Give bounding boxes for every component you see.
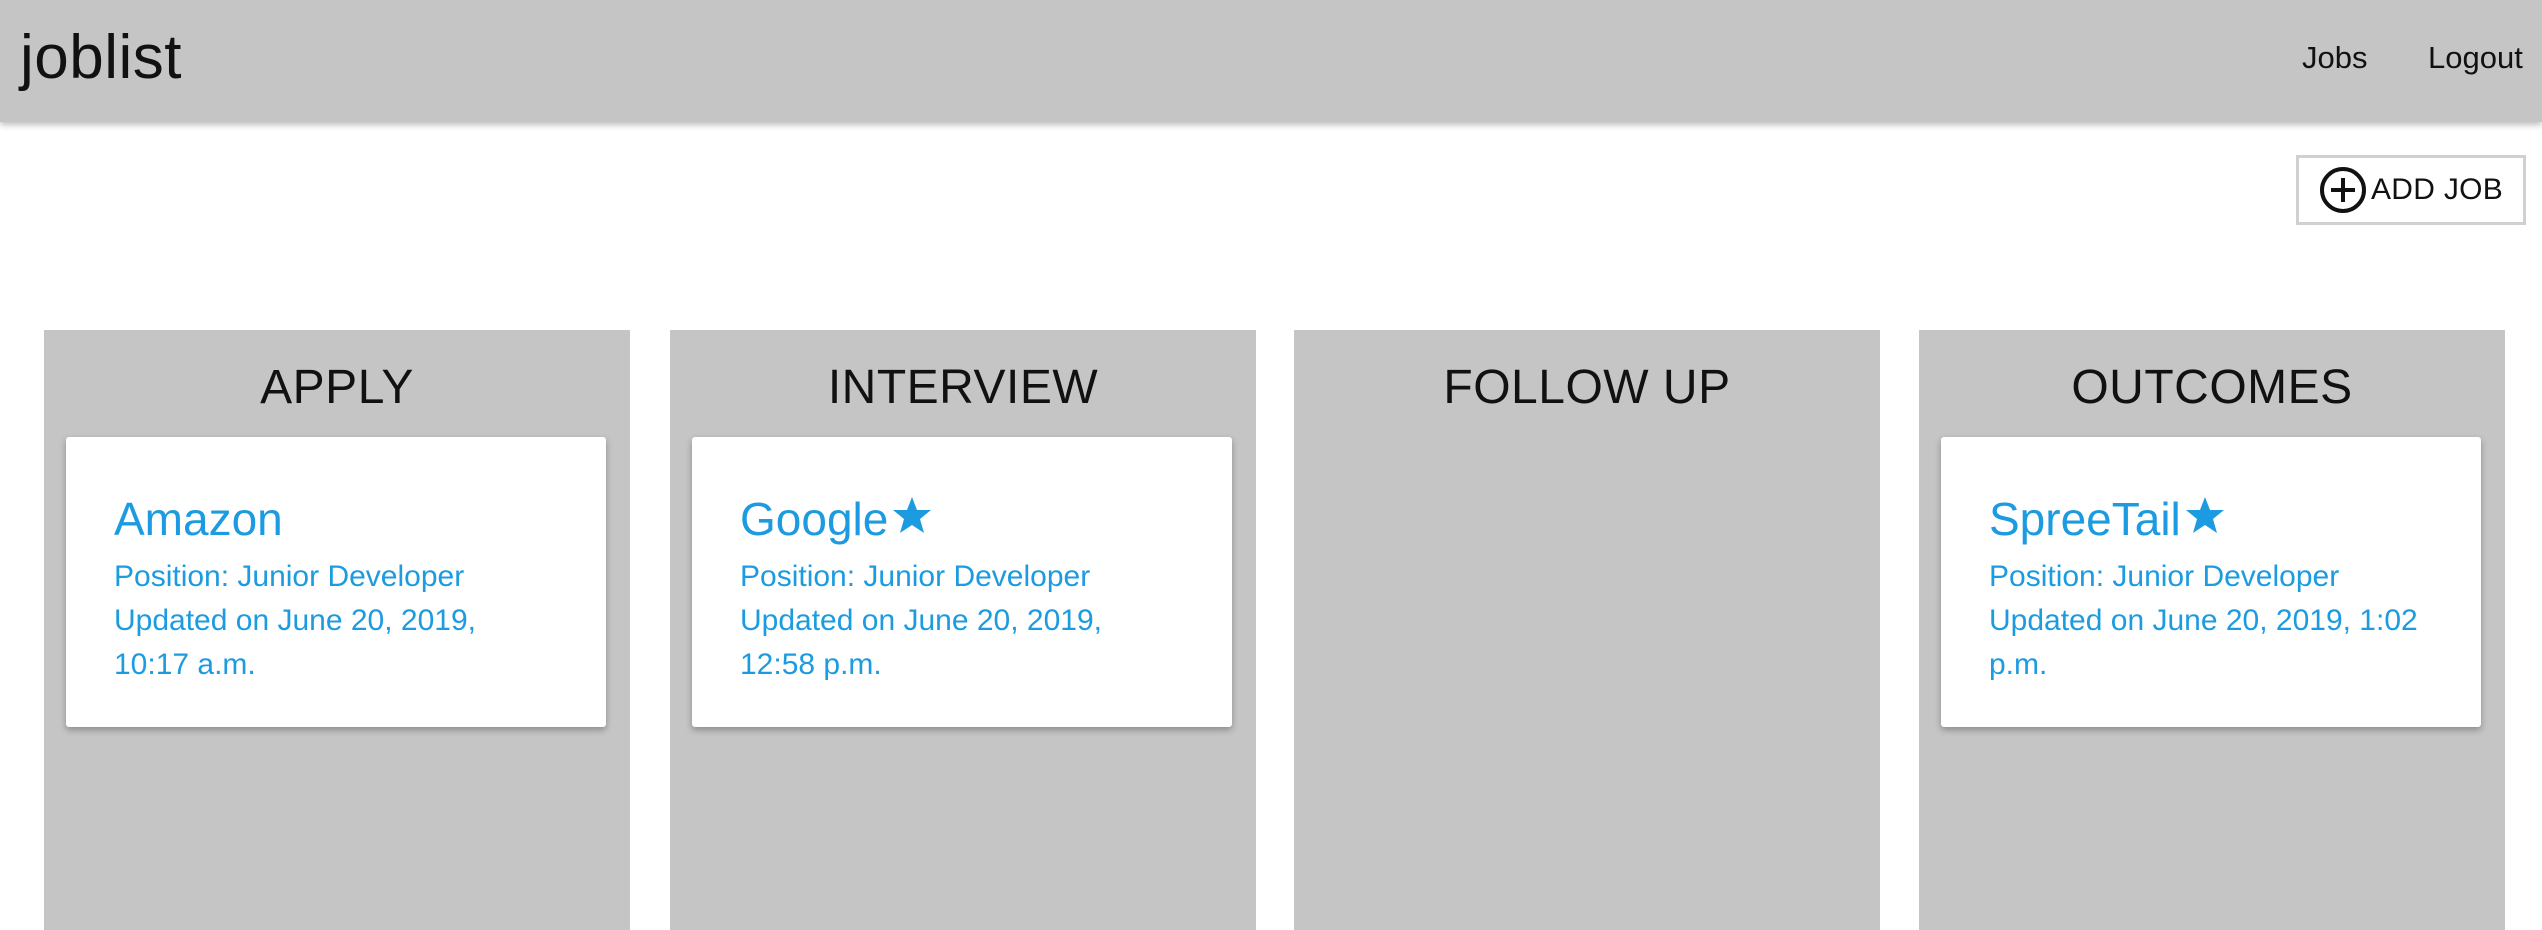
- job-card[interactable]: SpreeTail Position: Junior Developer Upd…: [1941, 437, 2481, 727]
- top-navbar: joblist Jobs Logout: [0, 0, 2542, 122]
- column-apply: APPLY Amazon Position: Junior Developer …: [44, 330, 630, 930]
- job-company-row: Amazon: [114, 491, 558, 547]
- job-updated: Updated on June 20, 2019, 10:17 a.m.: [114, 604, 476, 681]
- job-updated: Updated on June 20, 2019, 12:58 p.m.: [740, 604, 1102, 681]
- plus-circle-icon: [2320, 167, 2366, 213]
- brand-logo[interactable]: joblist: [20, 22, 182, 94]
- job-company-row: Google: [740, 491, 1184, 547]
- star-icon: [2185, 497, 2224, 533]
- job-meta: Position: Junior Developer Updated on Ju…: [740, 555, 1184, 687]
- nav-link-logout[interactable]: Logout: [2428, 38, 2523, 78]
- job-meta: Position: Junior Developer Updated on Ju…: [1989, 555, 2433, 687]
- job-card[interactable]: Google Position: Junior Developer Update…: [692, 437, 1232, 727]
- column-title: FOLLOW UP: [1443, 361, 1731, 414]
- job-position: Position: Junior Developer: [114, 560, 465, 593]
- column-title: APPLY: [260, 361, 414, 414]
- job-position: Position: Junior Developer: [1989, 560, 2340, 593]
- job-updated: Updated on June 20, 2019, 1:02 p.m.: [1989, 604, 2418, 681]
- job-card[interactable]: Amazon Position: Junior Developer Update…: [66, 437, 606, 727]
- add-job-button[interactable]: ADD JOB: [2296, 155, 2526, 225]
- column-outcomes: OUTCOMES SpreeTail Position: Junior Deve…: [1919, 330, 2505, 930]
- job-company-name[interactable]: Amazon: [114, 491, 283, 547]
- star-icon: [893, 497, 932, 533]
- column-title: OUTCOMES: [2071, 361, 2353, 414]
- job-position: Position: Junior Developer: [740, 560, 1091, 593]
- column-interview: INTERVIEW Google Position: Junior Develo…: [670, 330, 1256, 930]
- add-job-label: ADD JOB: [2371, 173, 2504, 206]
- column-title: INTERVIEW: [827, 361, 1099, 414]
- job-company-row: SpreeTail: [1989, 491, 2433, 547]
- job-company-name[interactable]: SpreeTail: [1989, 491, 2181, 547]
- nav-link-jobs[interactable]: Jobs: [2302, 38, 2367, 78]
- job-meta: Position: Junior Developer Updated on Ju…: [114, 555, 558, 687]
- job-company-name[interactable]: Google: [740, 491, 888, 547]
- column-follow-up: FOLLOW UP: [1294, 330, 1880, 930]
